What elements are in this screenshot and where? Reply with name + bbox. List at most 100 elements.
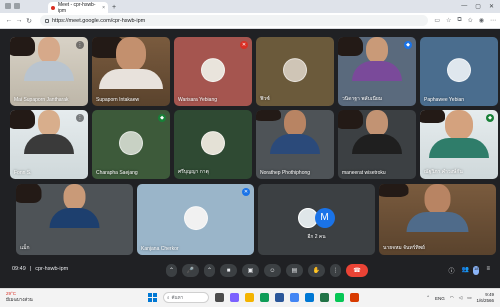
weather-widget[interactable]: 29°C มีเมฆบางส่วน — [6, 291, 33, 303]
extensions-icon[interactable]: ⧉ — [457, 17, 461, 24]
call-controls: ⌃ 🎤 ⌃ ■ ▣ ☺ ▤ ✋ ⋮ ☎ — [166, 264, 368, 277]
meeting-details: 09:49 | cpr-hswb-ipm — [12, 266, 68, 272]
activities-icon[interactable]: ≡ — [486, 266, 490, 275]
participant-name: วนิดาฐา พลับเนียม — [342, 96, 383, 102]
close-tab-icon[interactable]: × — [102, 5, 105, 11]
line-icon[interactable] — [335, 293, 344, 302]
video-tile[interactable]: Norathep Phothiphong — [256, 110, 334, 179]
video-tile[interactable]: ⋮ Mai Supaporn Jantharak — [10, 37, 88, 106]
back-icon[interactable]: ← — [4, 17, 14, 24]
wifi-icon[interactable]: ◠ — [450, 295, 454, 301]
more-options-icon[interactable]: ⋮ — [76, 41, 84, 49]
file-explorer-icon[interactable] — [245, 293, 254, 302]
participant-avatar — [183, 205, 208, 230]
profile-icon[interactable] — [5, 3, 11, 9]
participant-name: ฟิวซ์ — [260, 96, 270, 102]
video-tile[interactable]: ✕ Warisara Yebiang — [174, 37, 252, 106]
clock[interactable]: 9:49 1/6/2566 — [476, 292, 494, 304]
video-tile[interactable]: ฟิวซ์ — [256, 37, 334, 106]
participant-video — [338, 110, 416, 154]
minimize-icon[interactable]: — — [461, 3, 467, 10]
speaking-indicator-icon: ◆ — [158, 114, 166, 122]
forward-icon[interactable]: → — [14, 17, 24, 24]
lock-icon[interactable] — [45, 18, 49, 23]
meet-stage: ⋮ Mai Supaporn Jantharak Supaporn Intaka… — [0, 29, 500, 262]
meeting-time: 09:49 — [12, 266, 26, 272]
new-tab-button[interactable]: + — [112, 4, 116, 11]
audio-options-icon[interactable]: ⌃ — [166, 264, 177, 277]
speaking-indicator-icon: ◆ — [486, 114, 494, 122]
participant-avatar — [201, 57, 225, 82]
tab-title: Meet - cpr-hswb-ipm — [58, 1, 96, 14]
captions-button[interactable]: ▣ — [242, 264, 259, 277]
menu-icon[interactable]: ⋯ — [490, 17, 496, 24]
tab-actions-icon[interactable] — [14, 3, 20, 9]
taskbar-search[interactable]: ⌕ ค้นหา — [163, 292, 209, 303]
video-tile[interactable]: แม็ก — [16, 184, 133, 255]
taskbar-apps: ⌕ ค้นหา — [148, 292, 359, 303]
people-icon[interactable]: 👥 — [462, 266, 469, 275]
video-tile[interactable]: Supaporn Intakaew — [92, 37, 170, 106]
url-text: https://meet.google.com/cpr-hswb-ipm — [52, 17, 146, 24]
video-tile[interactable]: ศรีบุญญา กาตุ — [174, 110, 252, 179]
chat-icon[interactable] — [230, 293, 239, 302]
video-options-icon[interactable]: ⌃ — [204, 264, 215, 277]
star-icon[interactable]: ☆ — [446, 17, 451, 24]
camera-indicator-icon[interactable]: ▭ — [434, 17, 440, 24]
search-icon: ⌕ — [167, 295, 170, 300]
edge-browser-icon[interactable] — [260, 293, 269, 302]
powerpoint-icon[interactable] — [350, 293, 359, 302]
language-indicator[interactable]: ENG — [435, 296, 445, 301]
video-tile[interactable]: Paphawee Yebian — [420, 37, 498, 106]
video-tile[interactable]: ◆ Charapha Saejang — [92, 110, 170, 179]
url-field[interactable]: https://meet.google.com/cpr-hswb-ipm — [40, 15, 429, 26]
windows-start-icon[interactable] — [148, 293, 157, 302]
leave-call-button[interactable]: ☎ — [346, 264, 368, 277]
participant-name: Charapha Saejang — [96, 170, 138, 176]
battery-icon[interactable]: ▭ — [467, 295, 471, 301]
microphone-button[interactable]: 🎤 — [182, 264, 199, 277]
chrome-icon[interactable] — [290, 293, 299, 302]
raise-hand-button[interactable]: ✋ — [308, 264, 325, 277]
others-tile[interactable]: M อีก 2 คน — [258, 184, 375, 255]
more-options-icon[interactable]: ⋮ — [76, 114, 84, 122]
task-view-icon[interactable] — [215, 293, 224, 302]
camera-button[interactable]: ■ — [220, 264, 237, 277]
video-tile[interactable]: นายจหม จันทร์ทิพย์ — [379, 184, 496, 255]
word-icon[interactable] — [275, 293, 284, 302]
video-tile[interactable]: ✕ Kanjana Cherkor — [137, 184, 254, 255]
video-tile[interactable]: ◆ ณัฐวิภา คำวงษ์กัน — [420, 110, 498, 179]
meet-control-bar: 09:49 | cpr-hswb-ipm ⌃ 🎤 ⌃ ■ ▣ ☺ ▤ ✋ ⋮ ☎… — [0, 262, 500, 280]
volume-icon[interactable]: ◁ — [459, 295, 462, 301]
participant-name: ศรีบุญญา กาตุ — [178, 169, 209, 175]
tray-chevron-icon[interactable]: ⌃ — [426, 295, 430, 301]
separator: | — [29, 266, 32, 272]
close-window-icon[interactable]: ✕ — [489, 3, 494, 10]
participant-avatar — [201, 130, 225, 155]
more-options-button[interactable]: ⋮ — [330, 264, 341, 277]
present-button[interactable]: ▤ — [286, 264, 303, 277]
recording-icon — [51, 5, 55, 10]
window-controls: — ▢ ✕ — [461, 3, 500, 13]
maximize-icon[interactable]: ▢ — [475, 3, 481, 10]
speaking-indicator-icon: ◆ — [404, 41, 412, 49]
video-tile[interactable]: maneerat wisetroku — [338, 110, 416, 179]
meeting-info-icon[interactable]: ⓘ — [449, 266, 455, 275]
clock-date: 1/6/2566 — [476, 298, 494, 303]
reload-icon[interactable]: ↻ — [24, 17, 34, 25]
participant-name: Warisara Yebiang — [178, 97, 218, 103]
participant-avatar — [447, 57, 471, 82]
favorites-icon[interactable]: ✩ — [468, 17, 473, 24]
profile-avatar-icon[interactable]: ◉ — [479, 17, 484, 24]
excel-icon[interactable] — [320, 293, 329, 302]
browser-tab-bar: Meet - cpr-hswb-ipm × + — ▢ ✕ — [0, 0, 500, 14]
video-tile[interactable]: ◆ วนิดาฐา พลับเนียม — [338, 37, 416, 106]
video-tile[interactable]: ⋮ Fonn S. — [10, 110, 88, 179]
others-count-label: อีก 2 คน — [307, 234, 326, 240]
store-icon[interactable] — [305, 293, 314, 302]
participant-video — [256, 110, 334, 154]
tab-meet[interactable]: Meet - cpr-hswb-ipm × — [48, 1, 108, 14]
participants-count-badge: 18 — [473, 266, 480, 275]
search-placeholder: ค้นหา — [171, 295, 184, 300]
emoji-button[interactable]: ☺ — [264, 264, 281, 277]
